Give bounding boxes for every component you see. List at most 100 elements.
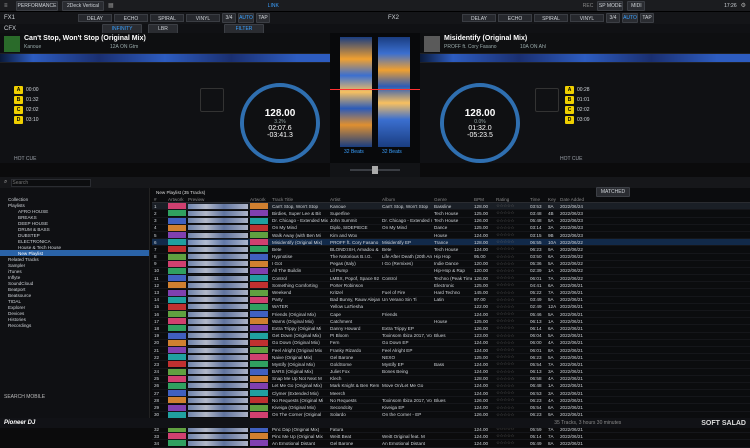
column-header[interactable]: Time: [528, 197, 546, 202]
table-row[interactable]: 27 Clymer (Extended Mix) Meerch 124.00 ☆☆☆☆☆…: [152, 390, 750, 398]
table-row[interactable]: 6 Misidentify (Original Mix) PROFF ft. Cor…: [152, 239, 750, 247]
search-input[interactable]: [11, 178, 92, 187]
deck1-cue-c[interactable]: C 02:02: [14, 105, 74, 115]
table-row[interactable]: 15 WATER Yellow LaTiesha 122.00 ☆☆☆☆☆ 02:49 12…: [152, 303, 750, 311]
cfx-infinity[interactable]: INFINITY: [102, 23, 142, 34]
fx1-auto[interactable]: AUTO: [238, 13, 254, 23]
deck1-loop-icon[interactable]: [200, 88, 224, 112]
column-header[interactable]: #: [152, 197, 166, 202]
link-label[interactable]: LINK: [268, 3, 279, 9]
deck1-cue-b[interactable]: B 01:32: [14, 95, 74, 105]
deck2-loop-icon[interactable]: [535, 88, 559, 112]
column-header[interactable]: Rating: [494, 197, 528, 202]
track-key: 6A: [548, 254, 554, 260]
track-album: Misidentify EP: [382, 239, 412, 245]
crossfader-handle[interactable]: [372, 166, 378, 174]
search-icon[interactable]: ⌕: [4, 179, 7, 186]
column-header[interactable]: Artist: [328, 197, 380, 202]
table-row[interactable]: 29 Kiveiga (Original Mix) Secondcity Kiveig…: [152, 404, 750, 412]
deck1-jog[interactable]: 128.00 3.2% 02:07.6 -03:41.3: [240, 83, 320, 163]
table-row[interactable]: 5 Walk Away (with Ben Mi Kim and Wox House 1…: [152, 232, 750, 240]
fx2-tap[interactable]: TAP: [640, 13, 654, 23]
fx2-slot-4[interactable]: VINYL BRAKE: [570, 14, 604, 30]
midi-button[interactable]: MIDI: [627, 0, 646, 11]
deck2-cue-a[interactable]: A 00:28: [565, 85, 625, 95]
table-row[interactable]: 10 All The Buildin Lil Pump Hip-Hop & Rap 12…: [152, 267, 750, 276]
sidebar-item[interactable]: Recordings: [0, 322, 149, 328]
fx1-slot-3[interactable]: SPIRAL: [150, 14, 184, 22]
table-row[interactable]: 11 Control LMBX, Popof, Space 92 Control Tec…: [152, 275, 750, 283]
deck2-cue-d[interactable]: D 03:09: [565, 115, 625, 125]
deck2-overview-waveform[interactable]: [420, 53, 750, 63]
track-bpm: 124.00: [474, 311, 489, 317]
table-row[interactable]: 19 Get Down (Original Mix) PI Bloom Toxinso…: [152, 332, 750, 340]
column-header[interactable]: Artwork: [248, 197, 270, 202]
table-row[interactable]: 4 On My Mind Diplo, SIDEPIECE On My Mind Dan…: [152, 224, 750, 232]
deck1-cue-d[interactable]: D 03:10: [14, 115, 74, 125]
fx1-slot-2[interactable]: ECHO: [114, 14, 148, 22]
track-title: Can't Stop, Won't Stop: [272, 203, 319, 209]
column-header[interactable]: Genre: [432, 197, 472, 202]
table-row[interactable]: 26 Let Me Go (Original Mix) Mark Knight & …: [152, 382, 750, 391]
table-row[interactable]: 28 No Requests (Original Mi No Requests Tox…: [152, 397, 750, 405]
table-row[interactable]: 7 Bete BLOND:ISH, Amadou & Bete Tech House 1…: [152, 246, 750, 254]
table-row[interactable]: 20 Go Down (Original Mix) Fern Go Down EP 12…: [152, 339, 750, 347]
table-row[interactable]: 16 Friends (Original Mix) Cape Friends 124.0…: [152, 311, 750, 319]
column-header[interactable]: BPM: [472, 197, 494, 202]
table-row[interactable]: 12 Something Comforting Porter Robinson Ele…: [152, 282, 750, 290]
table-row[interactable]: 2 Birdies, Super Lee & Bit Superfine Tech H…: [152, 210, 750, 218]
fx1-slot-1[interactable]: DELAY: [78, 14, 112, 22]
table-row[interactable]: 3 Dr. Chicago - Extended Mix John Summit Dr…: [152, 217, 750, 225]
table-row[interactable]: 23 Mystify (Original Mix) GoldSome Mystify …: [152, 361, 750, 369]
layout-select[interactable]: 2Deck Vertical: [62, 0, 104, 11]
table-row[interactable]: 17 Warns (Original Mix) Catchment House 125.…: [152, 318, 750, 326]
fx2-auto[interactable]: AUTO: [622, 13, 638, 23]
table-row[interactable]: 25 Snap Me Up Not Next M Klech 128.00 ☆☆☆☆☆ 0…: [152, 375, 750, 383]
rec-label[interactable]: REC: [583, 3, 594, 9]
mode-select[interactable]: PERFORMANCE: [16, 0, 58, 11]
table-row[interactable]: 21 Feel Alright (Original Mix Franky Rizar…: [152, 347, 750, 355]
cfx-lbr[interactable]: LBR: [148, 23, 178, 34]
table-row[interactable]: 22 Naive (Original Mix) Gel Barone NEXO 125.…: [152, 354, 750, 362]
fx2-slot-3[interactable]: SPIRAL: [534, 14, 568, 22]
menu-icon[interactable]: ≡: [4, 3, 12, 9]
track-artist: Bad Bunny, Rauw Alejan: [330, 297, 380, 303]
fx2-beat[interactable]: 3/4: [606, 13, 620, 23]
settings-icon[interactable]: ⚙: [741, 2, 746, 9]
deck2-jog[interactable]: 128.00 0.0% 01:32.0 -05:23.5: [440, 83, 520, 163]
column-header[interactable]: Preview: [186, 197, 248, 202]
fx1-beat[interactable]: 3/4: [222, 13, 236, 23]
search-mobile-button[interactable]: SEARCH MOBILE: [4, 394, 45, 400]
deck1-vertical-waveform[interactable]: [340, 37, 372, 147]
artwork-thumb-2: [248, 203, 270, 210]
fx2-slot-2[interactable]: ECHO: [498, 14, 532, 22]
column-header[interactable]: Date Added: [558, 197, 588, 202]
fx2-slot-1[interactable]: DELAY: [462, 14, 496, 22]
table-row[interactable]: 8 Hypnotise The Notorious B.I.G. Life After…: [152, 253, 750, 261]
deck2-vertical-waveform[interactable]: [378, 37, 410, 147]
table-row[interactable]: 14 Party Bad Bunny, Rauw Alejan Un Verano S…: [152, 296, 750, 304]
table-row[interactable]: 18 Extra Trippy (Original Mi Danny Howard E…: [152, 325, 750, 333]
table-row[interactable]: 34 An Emotional Distant Gel Barone An Emoti…: [152, 440, 750, 448]
table-row[interactable]: 1 Can't Stop, Won't Stop Kanoue Can't Stop,…: [152, 203, 750, 211]
table-row[interactable]: 13 Weekend Kritzel Fuel of Fire Hard Techno 1…: [152, 289, 750, 297]
artwork-thumb: [166, 289, 186, 296]
grid-icon[interactable]: ▦: [108, 2, 114, 9]
table-row[interactable]: 33 Pinc Me Up (Original Mix Weitt Beat Weit…: [152, 433, 750, 441]
column-header[interactable]: Track Title: [270, 197, 328, 202]
cfx-filter[interactable]: FILTER: [224, 23, 264, 34]
table-row[interactable]: 9 I Got Pegas (Italy) I Go (Remixes) Indie D…: [152, 260, 750, 268]
fx1-tap[interactable]: TAP: [256, 13, 270, 23]
column-header[interactable]: Album: [380, 197, 432, 202]
fx1-slot-4[interactable]: VINYL BRAKE: [186, 14, 220, 30]
deck1-overview-waveform[interactable]: [0, 53, 330, 63]
matched-button[interactable]: MATCHED: [596, 187, 630, 197]
track-time: 06:55: [530, 239, 542, 245]
column-header[interactable]: Artwork: [166, 197, 186, 202]
deck2-cue-c[interactable]: C 02:02: [565, 105, 625, 115]
column-header[interactable]: Key: [546, 197, 558, 202]
deck1-cue-a[interactable]: A 00:00: [14, 85, 74, 95]
deck2-cue-b[interactable]: B 01:01: [565, 95, 625, 105]
table-row[interactable]: 24 BARS (Original Mix) Juliet Fox Bones Bei…: [152, 368, 750, 376]
sp-mode-button[interactable]: SP MODE: [597, 0, 624, 11]
